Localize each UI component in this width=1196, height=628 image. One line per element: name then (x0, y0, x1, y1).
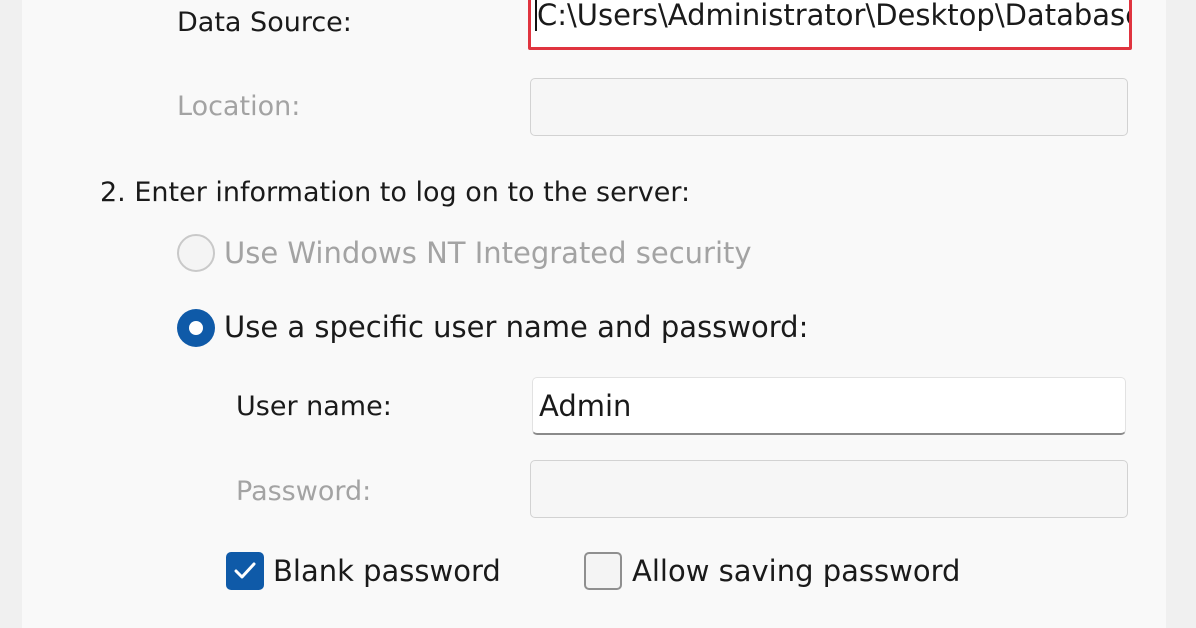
blank-password-checkbox[interactable] (226, 552, 264, 590)
data-source-label: Data Source: (177, 7, 352, 38)
username-input[interactable]: Admin (532, 377, 1126, 435)
allow-saving-checkbox[interactable] (584, 552, 622, 590)
password-input[interactable] (530, 460, 1128, 518)
username-value: Admin (539, 389, 632, 423)
specific-user-label[interactable]: Use a specific user name and password: (224, 310, 808, 344)
logon-section-heading: 2. Enter information to log on to the se… (100, 177, 691, 208)
data-source-input[interactable]: C:\Users\Administrator\Desktop\Database (528, 0, 1132, 50)
blank-password-label[interactable]: Blank password (273, 554, 501, 588)
checkmark-icon (234, 562, 256, 579)
allow-saving-label[interactable]: Allow saving password (632, 554, 960, 588)
data-source-value: C:\Users\Administrator\Desktop\Database (537, 0, 1132, 32)
data-link-properties-panel: Data Source: C:\Users\Administrator\Desk… (22, 0, 1166, 628)
specific-user-radio[interactable] (177, 309, 215, 347)
radio-dot (189, 321, 203, 335)
username-label: User name: (236, 391, 392, 422)
location-input[interactable] (530, 78, 1128, 136)
nt-security-label[interactable]: Use Windows NT Integrated security (224, 236, 752, 270)
password-label: Password: (236, 476, 372, 507)
location-label: Location: (177, 91, 301, 122)
nt-security-radio[interactable] (177, 234, 215, 272)
